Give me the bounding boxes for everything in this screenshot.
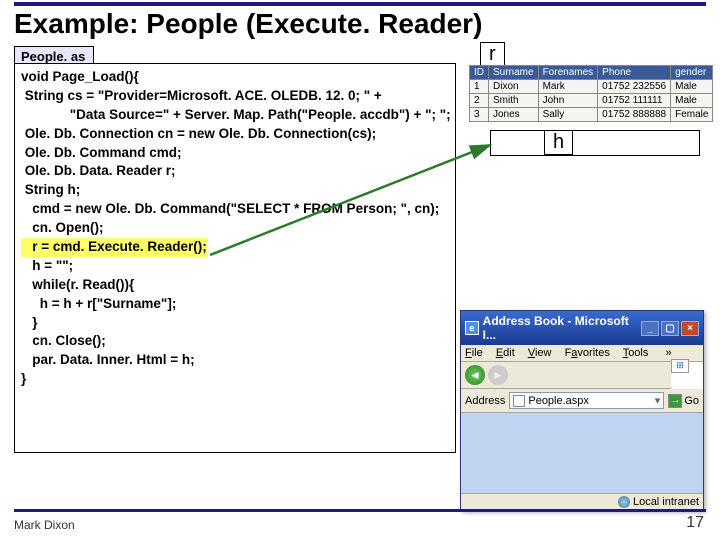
minimize-button[interactable]: _ xyxy=(641,321,659,336)
footer-author: Mark Dixon xyxy=(14,518,75,532)
go-icon: → xyxy=(668,394,682,408)
table-row: 3JonesSally01752 888888Female xyxy=(470,108,713,122)
code-line: "Data Source=" + Server. Map. Path("Peop… xyxy=(21,106,449,125)
footer-page: 17 xyxy=(686,514,704,532)
back-button[interactable]: ◄ xyxy=(465,365,485,385)
db-cell: Male xyxy=(671,80,713,94)
menu-favorites[interactable]: Favorites xyxy=(565,347,610,359)
code-line: cmd = new Ole. Db. Command("SELECT * FRO… xyxy=(21,200,449,219)
db-cell: Sally xyxy=(538,108,598,122)
code-line: r = cmd. Execute. Reader(); xyxy=(21,238,449,257)
table-row: 1DixonMark01752 232556Male xyxy=(470,80,713,94)
db-header: Surname xyxy=(489,66,539,80)
code-line: Ole. Db. Command cmd; xyxy=(21,144,449,163)
menu-edit[interactable]: Edit xyxy=(496,347,515,359)
forward-button[interactable]: ► xyxy=(488,365,508,385)
go-button[interactable]: → Go xyxy=(668,394,699,408)
db-cell: Mark xyxy=(538,80,598,94)
address-input[interactable]: People.aspx ▾ xyxy=(509,392,664,409)
browser-content xyxy=(461,413,703,493)
status-text: Local intranet xyxy=(633,496,699,508)
db-cell: Jones xyxy=(489,108,539,122)
db-cell: Smith xyxy=(489,94,539,108)
db-cell: 01752 111111 xyxy=(598,94,671,108)
zone-icon xyxy=(618,496,630,508)
maximize-button[interactable]: ▢ xyxy=(661,321,679,336)
bottom-rule xyxy=(14,509,706,512)
browser-statusbar: Local intranet xyxy=(461,493,703,510)
menu-view[interactable]: View xyxy=(528,347,552,359)
code-line: } xyxy=(21,314,449,333)
code-line: String cs = "Provider=Microsoft. ACE. OL… xyxy=(21,87,449,106)
page-icon xyxy=(513,395,525,407)
menu-file[interactable]: FFileile xyxy=(465,347,483,359)
code-panel: void Page_Load(){ String cs = "Provider=… xyxy=(14,63,456,453)
db-cell: Female xyxy=(671,108,713,122)
ie-icon: e xyxy=(465,321,479,335)
browser-title-text: Address Book - Microsoft I... xyxy=(483,314,641,342)
menu-tools[interactable]: Tools xyxy=(623,347,649,359)
h-box xyxy=(490,130,700,156)
menu-chevron[interactable]: » xyxy=(665,347,671,359)
address-value: People.aspx xyxy=(528,395,589,407)
close-button[interactable]: × xyxy=(681,321,699,336)
db-cell: John xyxy=(538,94,598,108)
db-cell: 3 xyxy=(470,108,489,122)
code-line: cn. Close(); xyxy=(21,332,449,351)
code-line: h = h + r["Surname"]; xyxy=(21,295,449,314)
table-row: 2SmithJohn01752 111111Male xyxy=(470,94,713,108)
browser-window: e Address Book - Microsoft I... _ ▢ × FF… xyxy=(460,310,704,511)
db-header: gender xyxy=(671,66,713,80)
code-line: Ole. Db. Connection cn = new Ole. Db. Co… xyxy=(21,125,449,144)
code-line: void Page_Load(){ xyxy=(21,68,449,87)
db-cell: 1 xyxy=(470,80,489,94)
go-label: Go xyxy=(684,395,699,407)
slide-title: Example: People (Execute. Reader) xyxy=(14,8,706,40)
db-table: IDSurnameForenamesPhonegender1DixonMark0… xyxy=(469,65,713,122)
ie-logo-icon: ⊞ xyxy=(671,359,689,373)
code-line: String h; xyxy=(21,181,449,200)
db-header: Phone xyxy=(598,66,671,80)
code-line: while(r. Read()){ xyxy=(21,276,449,295)
code-line: Ole. Db. Data. Reader r; xyxy=(21,162,449,181)
var-r-label: r xyxy=(480,42,505,67)
browser-titlebar: e Address Book - Microsoft I... _ ▢ × xyxy=(461,311,703,345)
var-h-label: h xyxy=(544,130,573,155)
db-cell: 01752 232556 xyxy=(598,80,671,94)
code-line: cn. Open(); xyxy=(21,219,449,238)
browser-addressbar: Address People.aspx ▾ → Go xyxy=(461,389,703,413)
code-line: par. Data. Inner. Html = h; xyxy=(21,351,449,370)
top-rule xyxy=(14,2,706,6)
db-cell: 01752 888888 xyxy=(598,108,671,122)
code-line: } xyxy=(21,370,449,389)
db-header: Forenames xyxy=(538,66,598,80)
browser-toolbar: ◄ ► xyxy=(461,362,671,389)
address-label: Address xyxy=(465,395,505,407)
db-header: ID xyxy=(470,66,489,80)
db-cell: Dixon xyxy=(489,80,539,94)
dropdown-icon[interactable]: ▾ xyxy=(655,394,661,407)
browser-menubar: FFileile Edit View Favorites Tools » ⊞ xyxy=(461,345,703,362)
db-cell: Male xyxy=(671,94,713,108)
db-cell: 2 xyxy=(470,94,489,108)
code-line: h = ""; xyxy=(21,257,449,276)
